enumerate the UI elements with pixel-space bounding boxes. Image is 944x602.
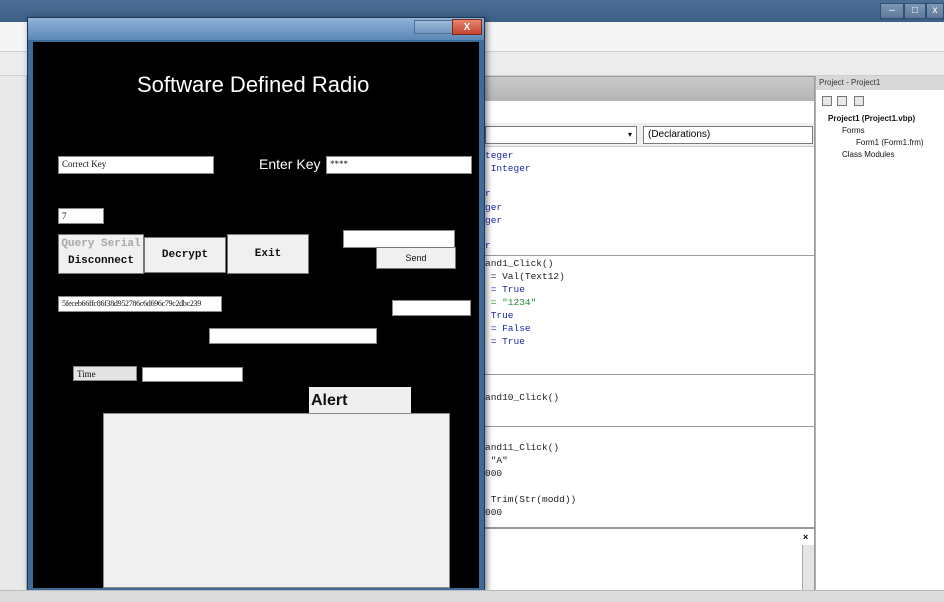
ide-left-dock <box>0 76 27 596</box>
code-line: Trim(Str(modd)) <box>485 494 577 505</box>
code-line: = "1234" <box>485 297 537 308</box>
form-title-label: Software Defined Radio <box>137 72 370 97</box>
procedure-separator <box>485 255 814 256</box>
chevron-down-icon[interactable]: ▾ <box>624 128 636 142</box>
time-label: Time <box>73 366 137 381</box>
disconnect-button[interactable]: Disconnect <box>59 255 143 267</box>
code-line: teger <box>485 150 514 161</box>
alert-label: Alert <box>309 387 411 414</box>
procedure-separator <box>485 374 814 375</box>
code-line: Integer <box>485 163 531 174</box>
form-client-area: Software Defined Radio Correct Key Enter… <box>33 42 479 588</box>
code-window-title-bar <box>485 77 814 101</box>
vertical-scrollbar[interactable] <box>802 545 814 591</box>
enter-key-input[interactable]: **** <box>326 156 472 174</box>
minimize-icon[interactable]: – <box>880 3 904 19</box>
enter-key-label: Enter Key <box>259 156 321 172</box>
hash-output-box[interactable]: 5feceb66ffc86f38d952786c6d696c79c2dbc239 <box>58 296 222 312</box>
send-button[interactable]: Send <box>376 247 456 269</box>
code-line: = True <box>485 336 525 347</box>
code-line: and10_Click() <box>485 392 560 403</box>
maximize-icon[interactable]: □ <box>904 3 926 19</box>
tree-item-forms[interactable]: Forms <box>842 126 865 135</box>
form-title-bar: X <box>28 18 484 40</box>
code-line: r <box>485 240 491 251</box>
immediate-window[interactable]: × <box>484 528 815 592</box>
tree-item-form1[interactable]: Form1 (Form1.frm) <box>856 138 924 147</box>
code-line: 000 <box>485 507 503 518</box>
middle-output-box[interactable] <box>209 328 377 344</box>
send-text-input[interactable] <box>343 230 455 248</box>
close-icon[interactable]: x <box>926 3 944 19</box>
exit-button[interactable]: Exit <box>227 234 309 274</box>
project-explorer-title: Project - Project1 <box>816 76 944 90</box>
correct-key-box[interactable]: Correct Key <box>58 156 214 174</box>
code-line: r <box>485 188 491 199</box>
code-line: ger <box>485 202 503 213</box>
object-combo[interactable] <box>485 126 637 144</box>
tree-item-project[interactable]: Project1 (Project1.vbp) <box>828 114 915 123</box>
view-object-icon[interactable] <box>837 96 847 106</box>
right-output-box[interactable] <box>392 300 471 316</box>
query-serial-button[interactable]: Query Serial Disconnect <box>58 234 144 274</box>
code-combo-bar: ▾ (Declarations) <box>485 123 814 147</box>
tree-item-class-modules[interactable]: Class Modules <box>842 150 894 159</box>
form-window: X Software Defined Radio Correct Key Ent… <box>27 17 485 591</box>
project-explorer: Project - Project1 Project1 (Project1.vb… <box>815 76 944 596</box>
status-bar <box>0 590 944 602</box>
count-input[interactable]: 7 <box>58 208 104 224</box>
alert-text-area[interactable] <box>103 413 450 588</box>
code-line: and1_Click() <box>485 258 554 269</box>
decrypt-button[interactable]: Decrypt <box>144 237 226 273</box>
code-line: = True <box>485 284 525 295</box>
code-line: = False <box>485 323 531 334</box>
close-icon[interactable]: X <box>452 19 482 35</box>
procedure-combo[interactable]: (Declarations) <box>643 126 813 144</box>
code-line: ger <box>485 215 503 226</box>
toggle-folders-icon[interactable] <box>854 96 864 106</box>
code-line: "A" <box>485 455 508 466</box>
time-input[interactable] <box>142 367 243 382</box>
code-line: True <box>485 310 514 321</box>
procedure-separator <box>485 426 814 427</box>
code-editor[interactable]: teger Integer r ger ger r and1_Click() = Val(… <box>485 149 814 529</box>
close-icon[interactable]: × <box>803 533 812 542</box>
query-serial-label: Query Serial <box>61 238 141 250</box>
code-line: and11_Click() <box>485 442 560 453</box>
view-code-icon[interactable] <box>822 96 832 106</box>
code-line: = Val(Text12) <box>485 271 565 282</box>
code-line: 000 <box>485 468 503 479</box>
code-window: ▾ (Declarations) teger Integer r ger ger r an… <box>484 76 815 528</box>
